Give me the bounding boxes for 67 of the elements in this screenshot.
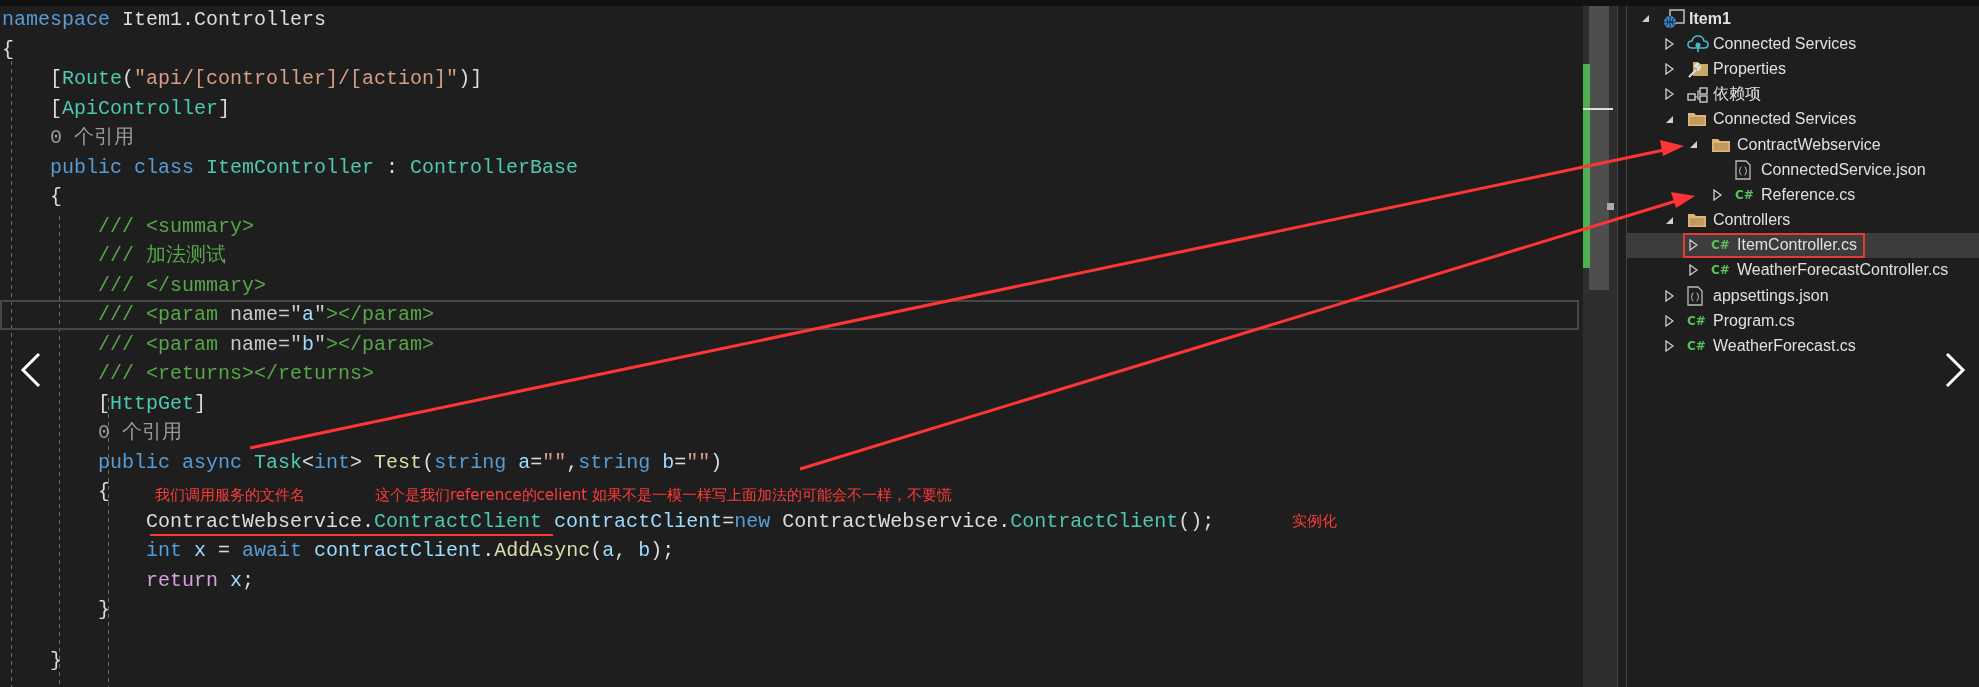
tree-item[interactable]: Item1 — [1627, 6, 1979, 32]
code-line: 0 个引用 — [50, 125, 135, 151]
expanded-arrow-icon[interactable] — [1665, 215, 1674, 225]
json-file-icon — [1735, 159, 1751, 180]
code-line: [Route("api/[controller]/[action]")] — [50, 66, 483, 92]
code-line: ContractWebservice.ContractClient contractClient=new ContractWebservice.ContractClient(); — [146, 508, 1215, 535]
code-line: /// </summary> — [98, 272, 267, 299]
folder-icon — [1711, 136, 1731, 153]
csharp-icon: C# — [1687, 339, 1706, 354]
annotation-note: 这个是我们reference的celient 如果不是一模一样写上面加法的可能会不一样，不要慌 — [375, 486, 952, 505]
tree-item[interactable]: Connected Services — [1627, 31, 1979, 57]
csharp-icon: C# — [1711, 238, 1730, 253]
csharp-icon: C# — [1735, 187, 1754, 202]
code-line: namespace Item1.Controllers — [2, 7, 327, 33]
json-file-icon — [1687, 285, 1703, 306]
tree-item[interactable]: C# WeatherForecast.cs — [1627, 333, 1979, 359]
collapsed-arrow-icon[interactable] — [1665, 62, 1674, 75]
collapsed-arrow-icon[interactable] — [1689, 264, 1698, 277]
code-line: /// 加法测试 — [98, 243, 227, 269]
project-icon — [1663, 8, 1685, 29]
code-line: } — [98, 597, 111, 623]
collapsed-arrow-icon[interactable] — [1665, 340, 1674, 353]
collapsed-arrow-icon[interactable] — [1665, 314, 1674, 327]
tree-item[interactable]: ContractWebservice — [1627, 131, 1979, 158]
code-line: public class ItemController : ControllerBase — [50, 154, 579, 181]
expanded-arrow-icon[interactable] — [1665, 114, 1674, 124]
csharp-icon: C# — [1711, 263, 1730, 278]
cloud-icon — [1687, 34, 1709, 53]
tree-item[interactable]: C# Program.cs — [1627, 308, 1979, 334]
collapsed-arrow-icon[interactable] — [1665, 289, 1674, 302]
tree-item[interactable]: C# WeatherForecastController.cs — [1627, 257, 1979, 284]
code-line: /// <returns></returns> — [98, 361, 375, 387]
folder-icon — [1687, 111, 1707, 128]
tree-item[interactable]: Controllers — [1627, 207, 1979, 233]
code-line: /// <summary> — [98, 213, 255, 240]
collapsed-arrow-icon[interactable] — [1665, 88, 1674, 101]
tree-item[interactable]: 依赖项 — [1627, 81, 1979, 107]
highlight-box: C# ItemController.cs — [1683, 232, 1866, 258]
expanded-arrow-icon[interactable] — [1689, 140, 1698, 150]
dependencies-icon — [1687, 85, 1709, 104]
code-line: [HttpGet] — [98, 390, 207, 417]
code-line: public async Task<int> Test(string a="",string b="") — [98, 449, 723, 476]
code-line: { — [98, 479, 111, 505]
tree-item[interactable]: appsettings.json — [1627, 283, 1979, 309]
tree-item[interactable]: Connected Services — [1627, 106, 1979, 132]
annotation-note: 我们调用服务的文件名 — [155, 486, 305, 505]
collapsed-arrow-icon[interactable] — [1713, 188, 1722, 201]
tree-item[interactable]: Properties — [1627, 56, 1979, 82]
code-line: /// <param name="a"></param> — [98, 302, 435, 328]
code-line: return x; — [146, 567, 255, 594]
scrollbar[interactable] — [1583, 6, 1618, 687]
code-line: { — [50, 184, 63, 210]
expanded-arrow-icon[interactable] — [1641, 14, 1650, 24]
code-line: 0 个引用 — [98, 420, 183, 446]
code-line: /// <param name="b"></param> — [98, 331, 435, 358]
tree-item[interactable]: C# Reference.cs — [1627, 182, 1979, 208]
code-line: [ApiController] — [50, 95, 231, 122]
collapsed-arrow-icon[interactable] — [1689, 239, 1698, 252]
code-line: int x = await contractClient.AddAsync(a, b); — [146, 538, 675, 564]
tree-item[interactable]: ConnectedService.json — [1627, 157, 1979, 183]
tree-item[interactable]: C# ItemController.cs — [1627, 232, 1979, 258]
code-line: } — [50, 648, 63, 674]
collapsed-arrow-icon[interactable] — [1665, 37, 1674, 50]
annotation-note: 实例化 — [1292, 512, 1337, 531]
csharp-icon: C# — [1687, 313, 1706, 328]
code-line: { — [2, 36, 14, 63]
folder-icon — [1687, 212, 1707, 229]
